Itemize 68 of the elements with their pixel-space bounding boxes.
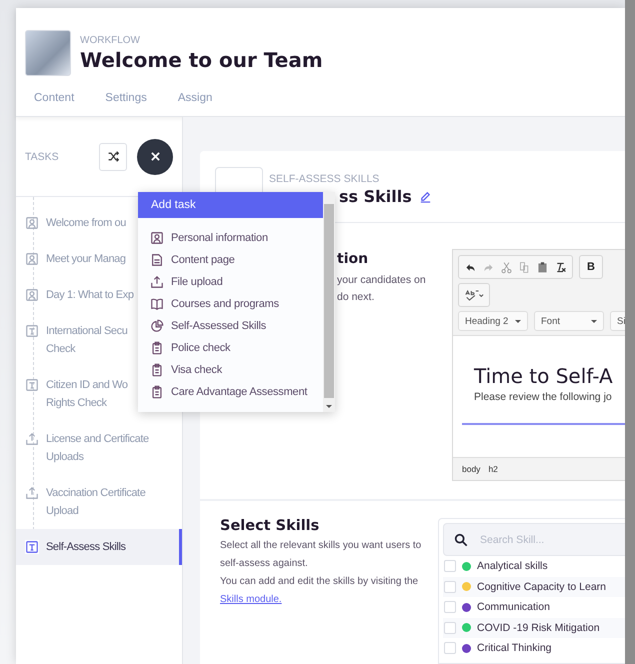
page-icon	[150, 253, 164, 267]
shuffle-icon	[106, 150, 120, 163]
checkbox[interactable]	[444, 560, 456, 572]
edit-icon[interactable]	[418, 190, 432, 203]
checkbox[interactable]	[444, 622, 456, 634]
search-input[interactable]: Search Skill...	[478, 532, 602, 546]
upload-icon	[150, 275, 164, 289]
checkbox[interactable]	[444, 601, 456, 614]
cut-icon[interactable]	[500, 260, 513, 274]
text-icon	[25, 378, 39, 392]
workflow-title: Welcome to our Team	[80, 48, 323, 72]
editor-heading: Time to Self-A	[474, 364, 614, 388]
task-type-label: SELF-ASSESS SKILLS	[269, 173, 380, 185]
menu-item[interactable]: Content page	[150, 249, 321, 271]
menu-item[interactable]: Police check	[150, 337, 321, 359]
menu-header: Add task	[138, 192, 323, 218]
close-icon	[150, 152, 160, 161]
paste-icon[interactable]	[536, 260, 549, 274]
editor-text: Please review the following jo	[474, 391, 613, 403]
section-text: do next.	[337, 290, 376, 305]
book-icon	[150, 297, 164, 311]
person-icon	[25, 288, 39, 302]
size-dropdown[interactable]: Si	[610, 311, 625, 331]
person-icon	[150, 231, 164, 245]
format-dropdown[interactable]: Heading 2	[458, 311, 528, 331]
clipboard-icon	[150, 363, 164, 377]
tasks-label: TASKS	[25, 150, 59, 162]
skill-label: COVID -19 Risk Mitigation	[477, 622, 600, 634]
element-path-item[interactable]: body	[462, 464, 480, 474]
menu-item[interactable]: Care Advantage Assessment	[150, 381, 321, 403]
section-text: your candidates on	[337, 273, 427, 288]
skills-module-link[interactable]: Skills module.	[220, 594, 282, 605]
menu-item[interactable]: Self-Assessed Skills	[150, 315, 321, 337]
skill-label: Communication	[477, 601, 550, 614]
clipboard-icon	[150, 385, 164, 399]
copy-icon[interactable]	[518, 260, 531, 274]
person-icon	[25, 216, 39, 230]
font-dropdown[interactable]: Font	[534, 311, 604, 331]
element-path-item[interactable]: h2	[488, 464, 498, 474]
menu-item[interactable]: File upload	[150, 271, 321, 293]
skill-label: Critical Thinking	[477, 642, 552, 654]
shuffle-button[interactable]	[99, 142, 127, 170]
clipboard-icon	[150, 341, 164, 355]
upload-icon	[25, 486, 39, 500]
menu-item[interactable]: Courses and programs	[150, 293, 321, 315]
section-description: Select all the relevant skills you want users to self-assess against. You can add and edit the skills by visiting the Skills module.	[220, 539, 422, 607]
task-title: ss Skills	[339, 187, 412, 206]
menu-item[interactable]: Personal information	[150, 227, 321, 249]
upload-icon	[25, 432, 39, 446]
person-icon	[25, 252, 39, 266]
close-button[interactable]	[137, 138, 173, 174]
scrollbar[interactable]	[323, 192, 335, 412]
menu-item[interactable]: Visa check	[150, 359, 321, 381]
skill-label: Cognitive Capacity to Learn	[477, 580, 606, 593]
workflow-label: WORKFLOW	[80, 34, 141, 46]
search-field[interactable]: Search Skill...	[443, 523, 625, 556]
section-heading: tion	[337, 251, 370, 267]
photo-placeholder	[25, 30, 71, 76]
skill-label: Analytical skills	[477, 560, 548, 572]
section-heading: Select Skills	[220, 518, 320, 534]
spellcheck-icon[interactable]	[464, 288, 484, 302]
checkbox[interactable]	[444, 642, 456, 654]
text-icon	[25, 324, 39, 338]
search-icon	[454, 532, 468, 546]
pie-chart-icon	[150, 319, 164, 333]
checkbox[interactable]	[444, 580, 456, 593]
task-item[interactable]: Self-Assess Skills	[16, 529, 182, 565]
text-icon	[25, 540, 39, 554]
